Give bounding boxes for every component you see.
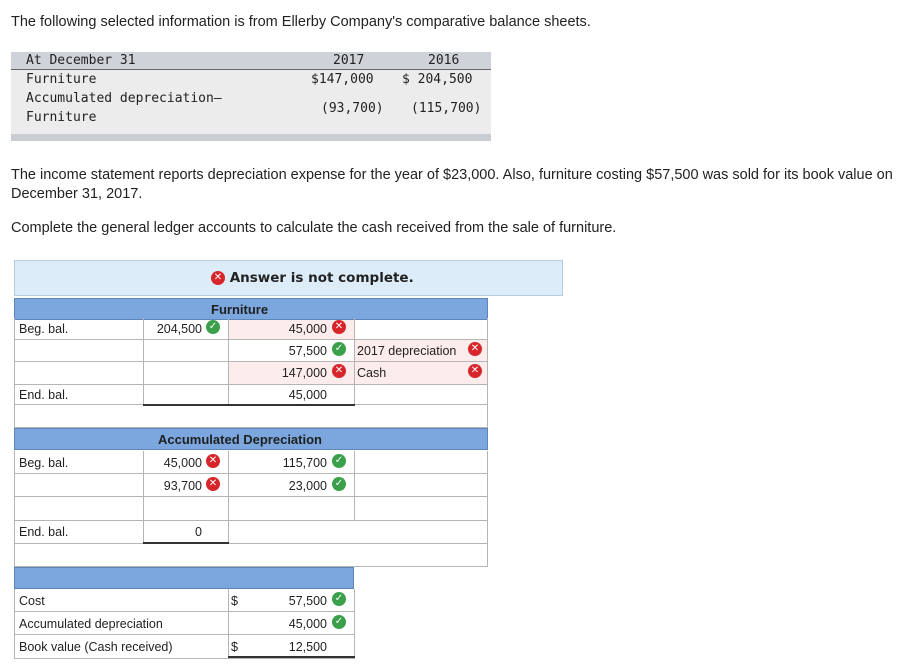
- incorrect-icon: ✕: [206, 454, 220, 468]
- correct-icon: ✓: [332, 615, 346, 629]
- accum-dep-label: Accumulated depreciation: [19, 617, 163, 631]
- furniture-2016: $ 204,500: [402, 72, 473, 87]
- accum-label-line2: Furniture: [26, 110, 97, 125]
- beg-bal-debit[interactable]: 204,500: [148, 322, 202, 336]
- furniture-title-band: Furniture: [14, 298, 488, 320]
- credit-entry-2[interactable]: 57,500: [232, 344, 327, 358]
- debit-entry-1[interactable]: 45,000: [148, 456, 202, 470]
- book-value-label: Book value (Cash received): [19, 640, 173, 654]
- year-2017: 2017: [333, 53, 365, 68]
- banner-text: Answer is not complete.: [229, 270, 414, 286]
- credit-entry-3-label[interactable]: Cash: [357, 366, 386, 380]
- accum-2016: (115,700): [411, 101, 482, 116]
- incorrect-icon: ✕: [332, 320, 346, 334]
- accum-2017: (93,700): [321, 101, 384, 116]
- debit-entry-2[interactable]: 93,700: [148, 479, 202, 493]
- cost-value[interactable]: 57,500: [232, 594, 327, 608]
- accum-dep-value[interactable]: 45,000: [232, 617, 327, 631]
- balance-sheet-table: At December 31 2017 2016 Furniture $147,…: [11, 52, 491, 141]
- furniture-label: Furniture: [26, 72, 97, 87]
- cost-label: Cost: [19, 594, 45, 608]
- credit-entry-3[interactable]: 147,000: [232, 366, 327, 380]
- incorrect-icon: ✕: [206, 477, 220, 491]
- instruction-paragraph: Complete the general ledger accounts to …: [11, 220, 617, 236]
- incorrect-icon: ✕: [468, 364, 482, 378]
- incorrect-icon: ✕: [332, 364, 346, 378]
- furniture-title: Furniture: [211, 302, 269, 317]
- end-bal-credit: 45,000: [288, 388, 327, 402]
- accum-title-band: Accumulated Depreciation: [14, 428, 488, 450]
- year-2016: 2016: [428, 53, 460, 68]
- correct-icon: ✓: [206, 320, 220, 334]
- credit-entry-1[interactable]: 115,700: [232, 456, 327, 470]
- credit-entry-1[interactable]: 45,000: [232, 322, 327, 336]
- answer-status-banner: ✕ Answer is not complete.: [14, 260, 563, 296]
- correct-icon: ✓: [332, 342, 346, 356]
- end-bal-label: End. bal.: [19, 525, 69, 539]
- incorrect-icon: ✕: [211, 271, 225, 285]
- intro-text: The following selected information is fr…: [11, 14, 591, 30]
- summary-title-band: [14, 567, 354, 589]
- credit-entry-2-label[interactable]: 2017 depreciation: [357, 344, 456, 358]
- problem-paragraph: The income statement reports depreciatio…: [11, 167, 893, 202]
- correct-icon: ✓: [332, 477, 346, 491]
- incorrect-icon: ✕: [468, 342, 482, 356]
- accum-label-line1: Accumulated depreciation—: [26, 91, 222, 106]
- beg-bal-label: Beg. bal.: [19, 456, 69, 470]
- end-bal-label: End. bal.: [19, 388, 69, 402]
- balance-sheet-footer-bar: [11, 134, 491, 141]
- beg-bal-label: Beg. bal.: [19, 322, 69, 336]
- header-label: At December 31: [26, 53, 136, 68]
- credit-entry-2[interactable]: 23,000: [232, 479, 327, 493]
- correct-icon: ✓: [332, 592, 346, 606]
- furniture-2017: $147,000: [311, 72, 374, 87]
- book-value: 12,500: [288, 640, 327, 654]
- accum-title: Accumulated Depreciation: [158, 432, 322, 447]
- correct-icon: ✓: [332, 454, 346, 468]
- end-bal-debit: 0: [195, 525, 202, 539]
